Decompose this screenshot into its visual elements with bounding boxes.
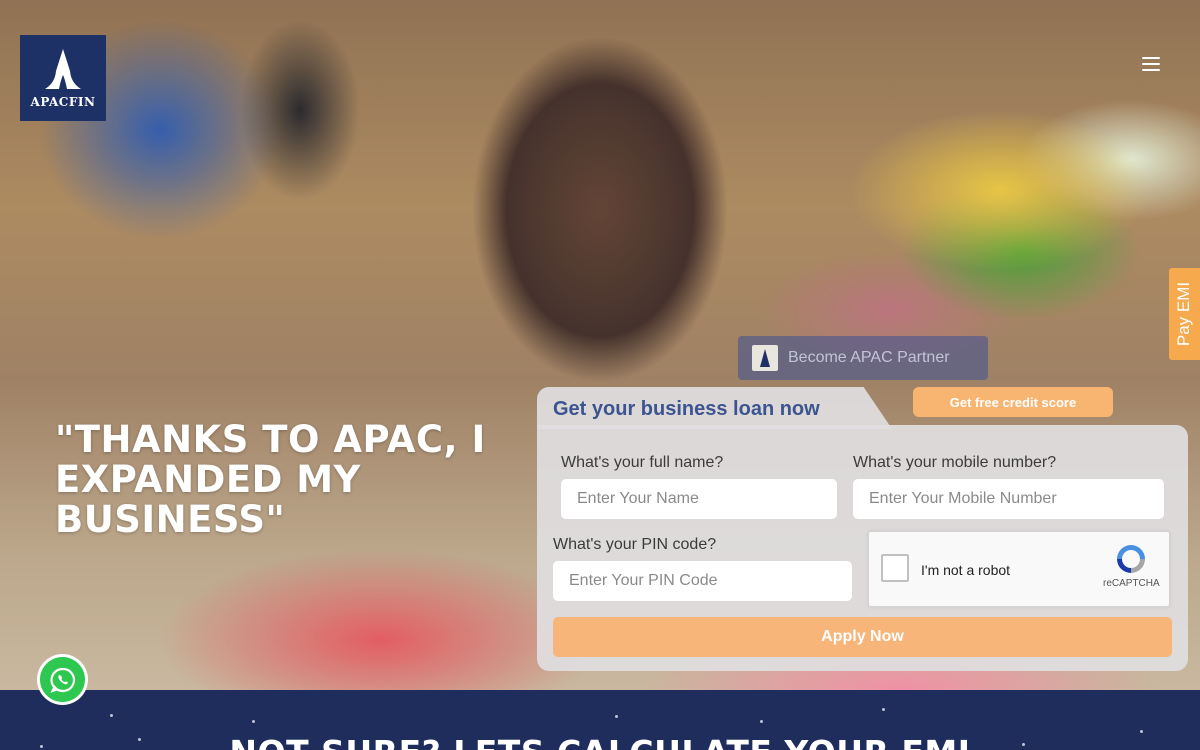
menu-button[interactable] — [1138, 52, 1164, 76]
logo-text: APACFIN — [30, 95, 96, 109]
pay-emi-tab[interactable]: Pay EMI — [1169, 268, 1200, 360]
pin-code-label: What's your PIN code? — [553, 536, 717, 553]
whatsapp-button[interactable] — [37, 654, 88, 705]
become-partner-label: Become APAC Partner — [788, 349, 950, 366]
hamburger-icon — [1142, 57, 1160, 59]
pay-emi-label: Pay EMI — [1174, 281, 1194, 347]
logo-icon — [45, 49, 81, 89]
whatsapp-icon — [49, 667, 75, 693]
recaptcha-icon — [1117, 545, 1145, 573]
free-credit-score-button[interactable]: Get free credit score — [913, 387, 1113, 417]
full-name-label: What's your full name? — [561, 454, 724, 471]
emi-calculator-section: NOT SURE? LETS CALCULATE YOUR EMI — [0, 690, 1200, 750]
apply-now-button[interactable]: Apply Now — [553, 617, 1172, 657]
recaptcha-label: I'm not a robot — [921, 562, 1011, 578]
hero-headline: "THANKS TO APAC, I EXPANDED MY BUSINESS" — [55, 418, 486, 541]
emi-section-heading: NOT SURE? LETS CALCULATE YOUR EMI — [0, 733, 1200, 750]
brand-logo[interactable]: APACFIN — [20, 35, 106, 121]
partner-logo-icon — [752, 345, 778, 371]
recaptcha-checkbox[interactable] — [881, 554, 909, 582]
form-title: Get your business loan now — [553, 398, 820, 420]
full-name-input[interactable] — [561, 479, 837, 519]
recaptcha-widget: I'm not a robot reCAPTCHA — [868, 531, 1170, 607]
recaptcha-brand: reCAPTCHA — [1103, 578, 1160, 589]
mobile-number-label: What's your mobile number? — [853, 454, 1057, 471]
mobile-number-input[interactable] — [853, 479, 1164, 519]
become-partner-button[interactable]: Become APAC Partner — [738, 336, 988, 380]
pin-code-input[interactable] — [553, 561, 852, 601]
